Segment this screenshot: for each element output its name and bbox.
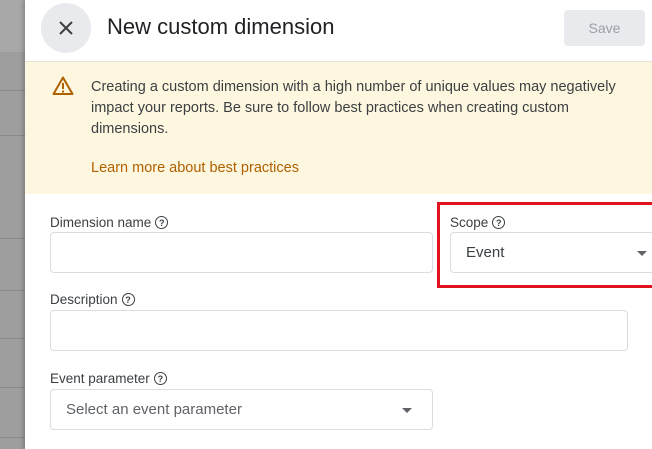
label-text: Event parameter bbox=[50, 371, 150, 386]
help-icon[interactable]: ? bbox=[121, 293, 135, 306]
dimension-name-input[interactable] bbox=[50, 232, 433, 273]
close-icon bbox=[59, 21, 73, 35]
label-text: Dimension name bbox=[50, 215, 152, 230]
warning-icon bbox=[52, 76, 74, 95]
dropdown-arrow-icon bbox=[402, 407, 412, 413]
background-page bbox=[0, 0, 25, 449]
description-label: Description? bbox=[50, 292, 135, 307]
help-icon[interactable]: ? bbox=[153, 372, 167, 385]
event-parameter-placeholder: Select an event parameter bbox=[66, 401, 242, 418]
best-practices-link[interactable]: Learn more about best practices bbox=[91, 160, 299, 176]
dimension-name-label: Dimension name? bbox=[50, 215, 169, 230]
event-parameter-select[interactable]: Select an event parameter bbox=[50, 389, 433, 430]
page-title: New custom dimension bbox=[107, 14, 335, 39]
description-input[interactable] bbox=[50, 310, 628, 351]
save-button[interactable]: Save bbox=[564, 10, 645, 46]
close-button[interactable] bbox=[41, 3, 91, 53]
highlight-box bbox=[437, 202, 652, 288]
event-parameter-label: Event parameter? bbox=[50, 371, 167, 386]
label-text: Description bbox=[50, 292, 118, 307]
warning-text: Creating a custom dimension with a high … bbox=[91, 79, 616, 137]
help-icon[interactable]: ? bbox=[155, 216, 169, 229]
